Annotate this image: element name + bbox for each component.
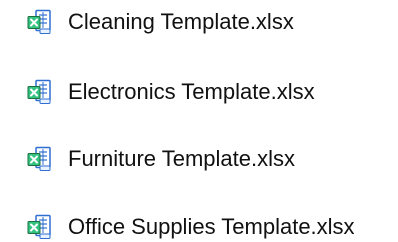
file-item-office-supplies-template[interactable]: Office Supplies Template.xlsx	[26, 212, 355, 242]
excel-file-icon	[26, 146, 52, 172]
file-item-cleaning-template[interactable]: Cleaning Template.xlsx	[26, 7, 294, 37]
file-name: Electronics Template.xlsx	[68, 79, 315, 104]
file-name: Cleaning Template.xlsx	[68, 9, 294, 34]
excel-file-icon	[26, 9, 52, 35]
file-item-furniture-template[interactable]: Furniture Template.xlsx	[26, 144, 295, 174]
file-name: Furniture Template.xlsx	[68, 146, 296, 171]
file-list: Cleaning Template.xlsx Electronics Templ…	[0, 0, 398, 242]
excel-file-icon	[26, 214, 52, 240]
file-item-electronics-template[interactable]: Electronics Template.xlsx	[26, 77, 315, 107]
file-name: Office Supplies Template.xlsx	[68, 214, 355, 239]
excel-file-icon	[26, 79, 52, 105]
